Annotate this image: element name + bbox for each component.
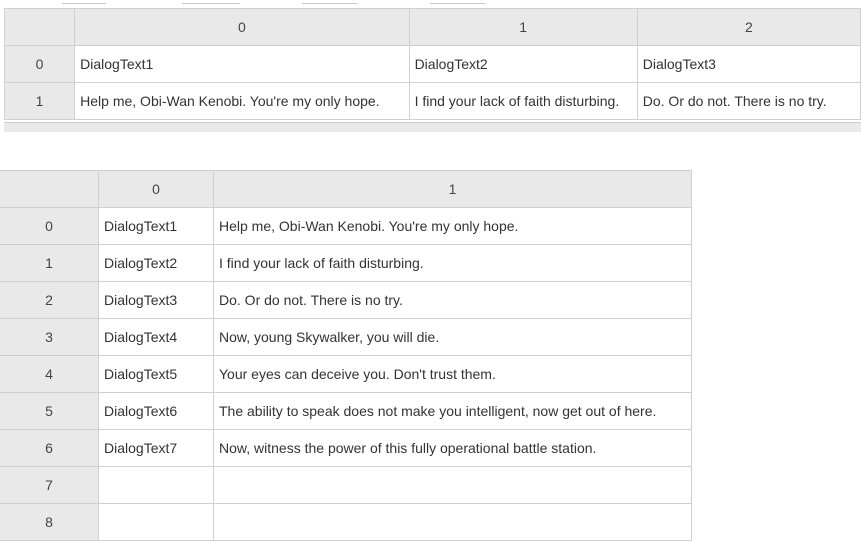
table-cell[interactable]: DialogText2 <box>408 45 638 83</box>
row-header[interactable]: 4 <box>0 355 99 393</box>
table-cell[interactable]: Do. Or do not. There is no try. <box>213 281 692 319</box>
row-header[interactable]: 0 <box>0 207 99 245</box>
table-row: 3 DialogText4 Now, young Skywalker, you … <box>0 318 692 356</box>
column-header-0[interactable]: 0 <box>74 8 410 46</box>
table-row: 6 DialogText7 Now, witness the power of … <box>0 429 692 467</box>
table-cell[interactable]: DialogText3 <box>636 45 861 83</box>
strip-tick <box>430 3 486 4</box>
row-header[interactable]: 0 <box>3 45 76 83</box>
row-header[interactable]: 3 <box>0 318 99 356</box>
header-row: 0 1 <box>0 170 692 208</box>
bottom-data-grid: 0 1 0 DialogText1 Help me, Obi-Wan Kenob… <box>0 170 692 541</box>
table-cell[interactable] <box>213 503 692 541</box>
corner-cell[interactable] <box>3 8 76 46</box>
row-header[interactable]: 1 <box>0 244 99 282</box>
table-row: 0 DialogText1 Help me, Obi-Wan Kenobi. Y… <box>0 207 692 245</box>
table-cell[interactable]: DialogText6 <box>98 392 214 430</box>
table-cell[interactable]: DialogText5 <box>98 355 214 393</box>
table-cell[interactable]: I find your lack of faith disturbing. <box>213 244 692 282</box>
table-cell[interactable]: DialogText2 <box>98 244 214 282</box>
table-cell[interactable]: Help me, Obi-Wan Kenobi. You're my only … <box>213 207 692 245</box>
table-cell[interactable]: Your eyes can deceive you. Don't trust t… <box>213 355 692 393</box>
table-cell[interactable]: DialogText7 <box>98 429 214 467</box>
table-cell[interactable] <box>213 466 692 504</box>
row-header[interactable]: 5 <box>0 392 99 430</box>
table-cell[interactable]: Do. Or do not. There is no try. <box>636 82 861 120</box>
horizontal-scrollbar[interactable] <box>4 122 861 132</box>
row-header[interactable]: 8 <box>0 503 99 541</box>
table-cell[interactable]: Help me, Obi-Wan Kenobi. You're my only … <box>74 82 410 120</box>
table-row: 4 DialogText5 Your eyes can deceive you.… <box>0 355 692 393</box>
strip-tick <box>182 3 240 4</box>
table-cell[interactable]: DialogText4 <box>98 318 214 356</box>
table-cell[interactable]: DialogText3 <box>98 281 214 319</box>
column-header-1[interactable]: 1 <box>213 170 692 208</box>
column-header-1[interactable]: 1 <box>408 8 638 46</box>
table-row: 1 Help me, Obi-Wan Kenobi. You're my onl… <box>3 82 861 120</box>
row-header[interactable]: 2 <box>0 281 99 319</box>
strip-tick <box>302 3 358 4</box>
table-row: 2 DialogText3 Do. Or do not. There is no… <box>0 281 692 319</box>
column-header-2[interactable]: 2 <box>636 8 861 46</box>
table-row: 5 DialogText6 The ability to speak does … <box>0 392 692 430</box>
table-row: 1 DialogText2 I find your lack of faith … <box>0 244 692 282</box>
row-header[interactable]: 6 <box>0 429 99 467</box>
row-header[interactable]: 1 <box>3 82 76 120</box>
table-cell[interactable]: I find your lack of faith disturbing. <box>408 82 638 120</box>
spreadsheet-view: 0 1 2 0 DialogText1 DialogText2 DialogTe… <box>0 0 861 542</box>
table-row: 0 DialogText1 DialogText2 DialogText3 <box>3 45 861 83</box>
corner-cell[interactable] <box>0 170 99 208</box>
table-cell[interactable]: The ability to speak does not make you i… <box>213 392 692 430</box>
table-row: 7 <box>0 466 692 504</box>
table-cell[interactable]: DialogText1 <box>74 45 410 83</box>
table-cell[interactable]: DialogText1 <box>98 207 214 245</box>
strip-tick <box>62 3 106 4</box>
table-cell[interactable]: Now, witness the power of this fully ope… <box>213 429 692 467</box>
table-cell[interactable] <box>98 466 214 504</box>
top-data-grid: 0 1 2 0 DialogText1 DialogText2 DialogTe… <box>3 8 861 120</box>
table-cell[interactable] <box>98 503 214 541</box>
table-cell[interactable]: Now, young Skywalker, you will die. <box>213 318 692 356</box>
header-row: 0 1 2 <box>3 8 861 46</box>
table-row: 8 <box>0 503 692 541</box>
column-header-0[interactable]: 0 <box>98 170 214 208</box>
row-header[interactable]: 7 <box>0 466 99 504</box>
